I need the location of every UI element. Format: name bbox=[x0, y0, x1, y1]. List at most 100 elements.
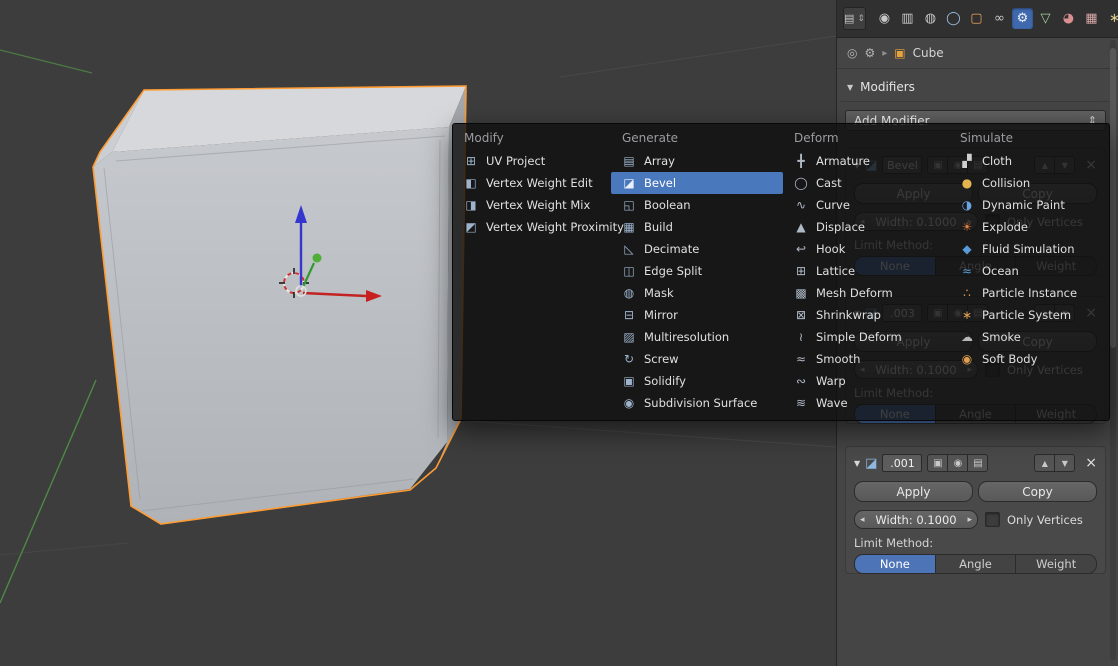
menu-item-screw[interactable]: ↻Screw bbox=[611, 348, 783, 370]
editor-type-button[interactable]: ▤ ⇕ bbox=[843, 7, 866, 30]
menu-item-label: Bevel bbox=[644, 176, 676, 190]
tab-object-data[interactable]: ▽ bbox=[1035, 8, 1056, 29]
menu-item-label: Lattice bbox=[816, 264, 855, 278]
modifier-panel-header: ▼ ◪ .001 ▣ ◉ ▤ ▲ ▼ × bbox=[854, 451, 1097, 475]
cube-data-icon: ▣ bbox=[894, 46, 905, 60]
limit-angle-button[interactable]: Angle bbox=[936, 554, 1017, 574]
menu-item-subdivision-surface[interactable]: ◉Subdivision Surface bbox=[611, 392, 783, 414]
tab-material[interactable]: ◕ bbox=[1058, 8, 1079, 29]
smooth-icon: ≈ bbox=[793, 352, 809, 366]
menu-item-label: Cast bbox=[816, 176, 842, 190]
move-down-button[interactable]: ▼ bbox=[1055, 454, 1075, 472]
tab-constraints[interactable]: ∞ bbox=[989, 8, 1010, 29]
modifiers-panel-header[interactable]: ▼ Modifiers bbox=[837, 69, 1118, 101]
armature-icon: ╋ bbox=[793, 154, 809, 168]
mask-icon: ◍ bbox=[621, 286, 637, 300]
menu-item-cast[interactable]: ◯Cast bbox=[783, 172, 949, 194]
tab-object[interactable]: ▢ bbox=[966, 8, 987, 29]
menu-item-label: Mirror bbox=[644, 308, 678, 322]
menu-item-hook[interactable]: ↩Hook bbox=[783, 238, 949, 260]
only-vertices-checkbox[interactable] bbox=[985, 512, 1000, 527]
warp-icon: ∾ bbox=[793, 374, 809, 388]
menu-item-fluid-simulation[interactable]: ◆Fluid Simulation bbox=[949, 238, 1105, 260]
uv-project-icon: ⊞ bbox=[463, 154, 479, 168]
menu-item-multiresolution[interactable]: ▨Multiresolution bbox=[611, 326, 783, 348]
slider-right-icon[interactable]: ▸ bbox=[967, 515, 972, 525]
width-slider[interactable]: ◂ Width: 0.1000 ▸ bbox=[854, 510, 978, 529]
menu-item-shrinkwrap[interactable]: ⊠ Shrinkwrap bbox=[783, 304, 949, 326]
menu-item-bevel[interactable]: ◪Bevel bbox=[611, 172, 783, 194]
cube-object[interactable] bbox=[93, 86, 466, 524]
limit-none-button[interactable]: None bbox=[854, 554, 936, 574]
menu-item-label: Shrinkwrap bbox=[816, 308, 881, 322]
tab-render[interactable]: ◉ bbox=[874, 8, 895, 29]
menu-item-particle-system[interactable]: ∗Particle System bbox=[949, 304, 1105, 326]
modifier-name-field[interactable]: .001 bbox=[882, 454, 922, 472]
scrollbar[interactable] bbox=[1110, 40, 1116, 660]
limit-weight-button[interactable]: Weight bbox=[1016, 554, 1097, 574]
menu-item-mirror[interactable]: ⊟Mirror bbox=[611, 304, 783, 326]
menu-item-soft-body[interactable]: ◉Soft Body bbox=[949, 348, 1105, 370]
delete-modifier-button[interactable]: × bbox=[1085, 456, 1097, 470]
menu-item-solidify[interactable]: ▣Solidify bbox=[611, 370, 783, 392]
menu-item-mesh-deform[interactable]: ▩Mesh Deform bbox=[783, 282, 949, 304]
menu-item-boolean[interactable]: ◱Boolean bbox=[611, 194, 783, 216]
menu-item-cloth[interactable]: ▞Cloth bbox=[949, 150, 1105, 172]
menu-item-label: Mesh Deform bbox=[816, 286, 893, 300]
pin-icon[interactable]: ◎ bbox=[847, 46, 857, 60]
copy-button[interactable]: Copy bbox=[978, 481, 1097, 502]
tab-world[interactable]: ◯ bbox=[943, 8, 964, 29]
menu-item-label: Mask bbox=[644, 286, 674, 300]
menu-item-decimate[interactable]: ◺ Decimate bbox=[611, 238, 783, 260]
ocean-icon: ≈ bbox=[959, 264, 975, 278]
breadcrumb-object-name[interactable]: Cube bbox=[913, 46, 944, 60]
menu-item-label: Solidify bbox=[644, 374, 686, 388]
menu-item-array[interactable]: ▤Array bbox=[611, 150, 783, 172]
tab-texture[interactable]: ▦ bbox=[1081, 8, 1102, 29]
menu-item-curve[interactable]: ∿Curve bbox=[783, 194, 949, 216]
menu-item-collision[interactable]: ●Collision bbox=[949, 172, 1105, 194]
editmode-visibility-toggle[interactable]: ▤ bbox=[968, 454, 988, 472]
apply-button[interactable]: Apply bbox=[854, 481, 973, 502]
menu-item-dynamic-paint[interactable]: ◑Dynamic Paint bbox=[949, 194, 1105, 216]
menu-item-label: Decimate bbox=[644, 242, 699, 256]
menu-item-vertex-weight-edit[interactable]: ◧Vertex Weight Edit bbox=[453, 172, 611, 194]
viewport-visibility-toggle[interactable]: ◉ bbox=[948, 454, 968, 472]
menu-item-lattice[interactable]: ⊞Lattice bbox=[783, 260, 949, 282]
tab-modifiers[interactable]: ⚙ bbox=[1012, 8, 1033, 29]
menu-item-mask[interactable]: ◍ Mask bbox=[611, 282, 783, 304]
tab-scene[interactable]: ◍ bbox=[920, 8, 941, 29]
menu-item-armature[interactable]: ╋Armature bbox=[783, 150, 949, 172]
menu-item-wave[interactable]: ≋Wave bbox=[783, 392, 949, 414]
tab-particles[interactable]: ∗ bbox=[1104, 8, 1118, 29]
object-context-icon[interactable]: ⚙ bbox=[864, 46, 875, 60]
scrollbar-thumb[interactable] bbox=[1110, 48, 1116, 348]
menu-item-vertex-weight-mix[interactable]: ◨Vertex Weight Mix bbox=[453, 194, 611, 216]
menu-item-smoke[interactable]: ☁Smoke bbox=[949, 326, 1105, 348]
menu-item-build[interactable]: ▦Build bbox=[611, 216, 783, 238]
collapse-arrow-icon[interactable]: ▼ bbox=[854, 459, 860, 468]
shrinkwrap-icon: ⊠ bbox=[793, 308, 809, 322]
menu-item-explode[interactable]: ☀Explode bbox=[949, 216, 1105, 238]
menu-item-warp[interactable]: ∾Warp bbox=[783, 370, 949, 392]
menu-item-simple-deform[interactable]: ≀Simple Deform bbox=[783, 326, 949, 348]
menu-item-particle-instance[interactable]: ∴Particle Instance bbox=[949, 282, 1105, 304]
move-up-button[interactable]: ▲ bbox=[1034, 454, 1055, 472]
menu-item-ocean[interactable]: ≈Ocean bbox=[949, 260, 1105, 282]
menu-item-uv-project[interactable]: ⊞UV Project bbox=[453, 150, 611, 172]
menu-column-header: Generate bbox=[611, 126, 783, 150]
menu-item-edge-split[interactable]: ◫Edge Split bbox=[611, 260, 783, 282]
wave-icon: ≋ bbox=[793, 396, 809, 410]
menu-item-displace[interactable]: ▲Displace bbox=[783, 216, 949, 238]
menu-item-vertex-weight-proximity[interactable]: ◩Vertex Weight Proximity bbox=[453, 216, 611, 238]
menu-item-label: Vertex Weight Mix bbox=[486, 198, 590, 212]
decimate-icon: ◺ bbox=[621, 242, 637, 256]
menu-column-generate: Generate▤Array◪Bevel◱Boolean▦Build ◺ Decim… bbox=[611, 126, 783, 414]
tab-render-layers[interactable]: ▥ bbox=[897, 8, 918, 29]
slider-left-icon[interactable]: ◂ bbox=[860, 515, 865, 525]
menu-item-smooth[interactable]: ≈Smooth bbox=[783, 348, 949, 370]
translate-y-dot-icon[interactable] bbox=[313, 254, 322, 263]
explode-icon: ☀ bbox=[959, 220, 975, 234]
render-visibility-toggle[interactable]: ▣ bbox=[927, 454, 948, 472]
edge-split-icon: ◫ bbox=[621, 264, 637, 278]
